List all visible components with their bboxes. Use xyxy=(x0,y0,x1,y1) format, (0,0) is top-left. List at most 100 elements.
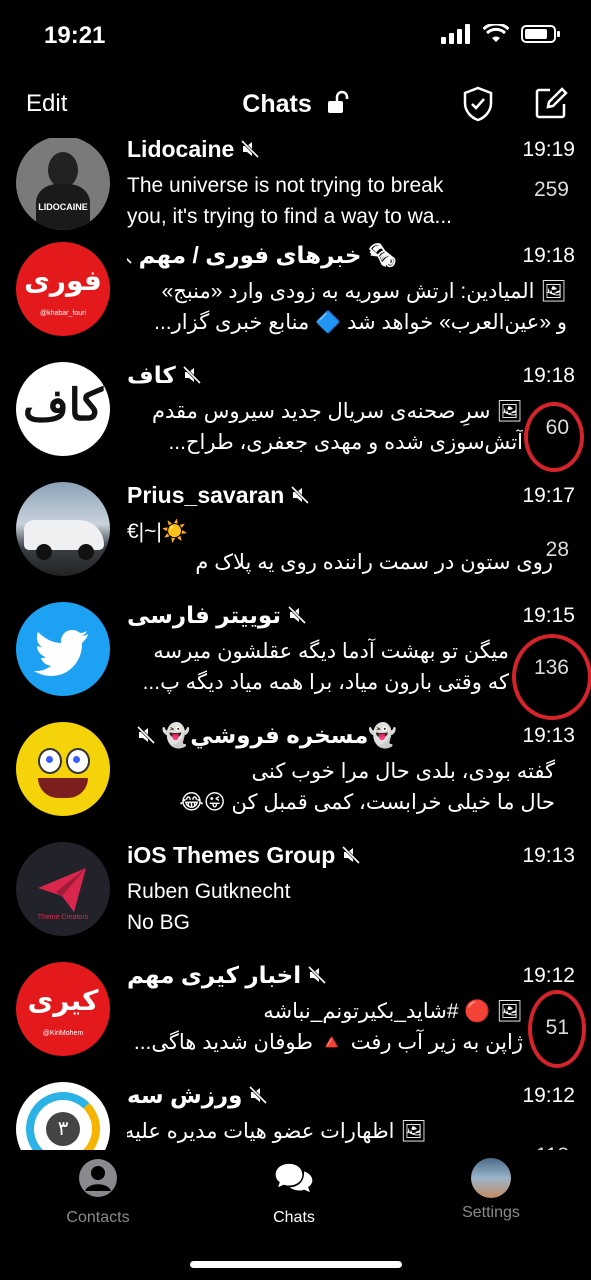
chat-list[interactable]: LIDOCAINE Lidocaine 19:19 The universe i… xyxy=(0,138,591,1150)
unread-count: 136 xyxy=(533,656,569,679)
mute-icon xyxy=(249,1085,268,1105)
chat-preview-line2: ژاپن به زیر آب رفت 🔺 طوفان شدید هاگی... xyxy=(133,1031,523,1054)
chat-name-text: 🗞 خبرهای فوری / مهم xyxy=(138,242,397,268)
avatar-text: کیری xyxy=(27,985,99,1016)
chat-name-text: اخبار کیری مهم xyxy=(127,962,302,988)
avatar-subtext: @khabar_fouri xyxy=(39,310,87,317)
chat-name: 🗞 خبرهای فوری / مهم xyxy=(127,242,397,269)
tab-settings-label: Settings xyxy=(462,1204,520,1221)
chat-name: iOS Themes Group xyxy=(127,842,517,869)
shield-check-icon[interactable] xyxy=(462,86,494,122)
avatar: فوری @khabar_fouri xyxy=(16,242,110,336)
chat-time: 19:15 xyxy=(522,604,575,627)
mute-icon xyxy=(308,965,327,985)
avatar: کاف xyxy=(16,362,110,456)
page-title: Chats xyxy=(0,90,591,121)
chat-name: کاف xyxy=(127,362,517,389)
chat-preview-line2: آتش‌سوزی شده و مهدی جعفری، طراح... xyxy=(168,431,523,454)
chat-preview-line2: روی ستون در سمت راننده روی یه پلاک م xyxy=(195,551,553,574)
chat-name: Prius_savaran xyxy=(127,482,517,509)
mute-icon xyxy=(127,257,132,265)
avatar xyxy=(16,482,110,576)
page-title-label: Chats xyxy=(242,90,312,118)
chat-preview-line2: No BG xyxy=(127,911,191,934)
chat-row-twitter-farsi[interactable]: توییتر فارسی 19:15 میگن تو بهشت آدما دیگ… xyxy=(0,590,591,720)
tab-bar: Contacts Chats Settings xyxy=(0,1150,591,1280)
chat-time: 19:13 xyxy=(522,844,575,867)
tab-settings[interactable]: Settings xyxy=(421,1158,561,1222)
chat-bubbles-icon xyxy=(275,1163,313,1193)
chat-time: 19:19 xyxy=(522,138,575,161)
tab-chats-label: Chats xyxy=(273,1209,315,1226)
chat-name: اخبار کیری مهم xyxy=(127,962,517,989)
chat-row-prius-savaran[interactable]: Prius_savaran 19:17 €|~|☀️ روی ستون در س… xyxy=(0,470,591,590)
chat-name-text: توییتر فارسی xyxy=(127,602,281,628)
settings-avatar xyxy=(471,1158,511,1198)
navigation-bar: Edit Chats xyxy=(0,70,591,138)
chat-name: ورزش سه xyxy=(127,1082,517,1109)
avatar: کیری @KiriMohem xyxy=(16,962,110,1056)
avatar-text: ۳ xyxy=(46,1112,80,1146)
chat-time: 19:13 xyxy=(522,724,575,747)
paper-plane-icon xyxy=(38,868,86,912)
avatar xyxy=(16,722,110,816)
chat-preview-line1: 🖼 سرِ صحنه‌ی سریال جدید سیروس مقدم xyxy=(151,400,523,423)
chat-name-text: Prius_savaran xyxy=(127,482,285,508)
avatar: Theme Creators xyxy=(16,842,110,936)
chat-name-text: Lidocaine xyxy=(127,138,235,162)
chat-preview-line2: حال ما خیلی خرابست، کمی قمبل کن 😜😂 xyxy=(179,791,555,814)
chat-preview-line1: Ruben Gutknecht xyxy=(127,880,291,903)
avatar-text: کاف xyxy=(23,380,103,431)
battery-icon xyxy=(521,25,560,43)
chat-preview-line1: میگن تو بهشت آدما دیگه عقلشون میرسه xyxy=(153,640,509,663)
chat-name: Lidocaine xyxy=(127,138,517,163)
chat-row-khabar-fouri[interactable]: فوری @khabar_fouri 🗞 خبرهای فوری / مهم 1… xyxy=(0,230,591,350)
chat-row-lidocaine[interactable]: LIDOCAINE Lidocaine 19:19 The universe i… xyxy=(0,138,591,244)
chat-row-varzesh-se[interactable]: ۳ ورزش سه 19:12 🖼 اظهارات عضو هیات مدیره… xyxy=(0,1070,591,1150)
chat-preview-line1: 🖼 🔴 #شاید_بکیرتونم_نباشه xyxy=(263,1000,523,1023)
chat-row-akhbar-kiri[interactable]: کیری @KiriMohem اخبار کیری مهم 19:12 🖼 🔴… xyxy=(0,950,591,1070)
chat-row-ios-themes-group[interactable]: Theme Creators iOS Themes Group 19:13 Ru… xyxy=(0,830,591,950)
avatar-text: LIDOCAINE xyxy=(38,202,88,212)
avatar xyxy=(16,602,110,696)
unread-count: 51 xyxy=(545,1016,569,1039)
chat-row-kaf[interactable]: کاف کاف 19:18 🖼 سرِ صحنه‌ی سریال جدید سی… xyxy=(0,350,591,472)
chat-time: 19:17 xyxy=(522,484,575,507)
mute-icon xyxy=(287,605,307,625)
chat-preview-line2: و «عین‌العرب» خواهد شد 🔷 منابع خبری گزار… xyxy=(154,311,567,334)
avatar: LIDOCAINE xyxy=(16,138,110,230)
chat-time: 19:12 xyxy=(522,1084,575,1107)
chat-name-text: کاف xyxy=(127,362,176,388)
chat-preview-line1: €|~|☀️ xyxy=(127,520,189,543)
unread-count: 28 xyxy=(545,538,569,561)
chat-time: 19:18 xyxy=(522,244,575,267)
mute-icon xyxy=(291,485,310,505)
chat-name-text: ورزش سه xyxy=(127,1082,243,1108)
chat-time: 19:12 xyxy=(522,964,575,987)
status-bar: 19:21 xyxy=(0,0,591,70)
mute-icon xyxy=(136,725,155,745)
avatar-text: Theme Creators xyxy=(37,914,89,921)
chat-preview-line2: you, it's trying to find a way to wa... xyxy=(127,205,452,228)
unread-count: 60 xyxy=(545,416,569,439)
home-indicator xyxy=(190,1261,402,1268)
avatar: ۳ xyxy=(16,1082,110,1150)
tab-chats[interactable]: Chats xyxy=(224,1158,364,1227)
chat-preview-line1: The universe is not trying to break xyxy=(127,174,444,197)
wifi-icon xyxy=(483,24,509,42)
lock-open-icon[interactable] xyxy=(325,90,349,121)
chat-preview-line2: که وقتی بارون میاد، برا همه میاد دیگه پ.… xyxy=(142,671,509,694)
mute-icon xyxy=(342,845,361,865)
tab-contacts[interactable]: Contacts xyxy=(28,1158,168,1227)
compose-icon[interactable] xyxy=(534,86,568,120)
mute-icon xyxy=(182,365,201,385)
chat-name-text: 👻مسخره فروشي👻 xyxy=(161,722,397,748)
avatar-text: فوری xyxy=(24,265,102,296)
tab-contacts-label: Contacts xyxy=(66,1209,130,1226)
chat-name: توییتر فارسی xyxy=(127,602,517,629)
twitter-bird-icon xyxy=(34,630,88,676)
chat-row-maskhare-foroshi[interactable]: 👻مسخره فروشي👻 19:13 گفته بودی، بلدی حال … xyxy=(0,710,591,830)
signal-icon xyxy=(441,24,470,44)
chat-name: 👻مسخره فروشي👻 xyxy=(127,722,397,749)
avatar-subtext: @KiriMohem xyxy=(42,1030,84,1037)
